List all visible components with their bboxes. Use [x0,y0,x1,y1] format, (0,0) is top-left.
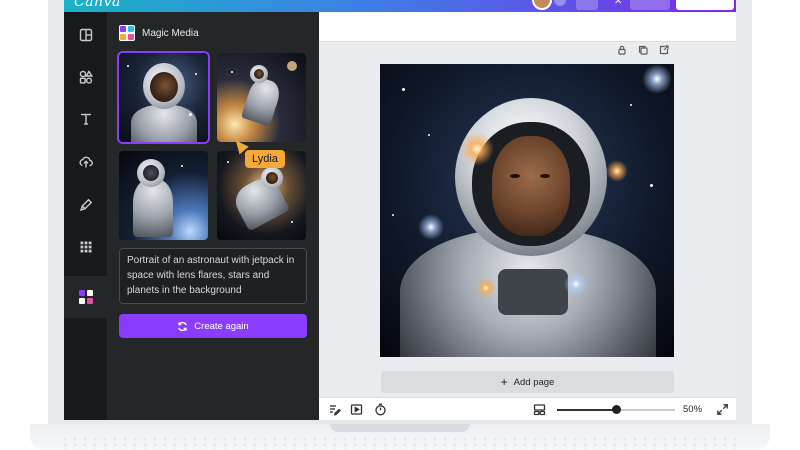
elements-icon [79,70,93,84]
rail-item-draw[interactable] [64,184,107,226]
magic-media-icon [78,290,93,304]
draw-icon [79,198,92,212]
screen: Canva ✕ Magic Media Lydia Portrait of an… [64,0,736,420]
astronaut-portrait-image [380,64,674,357]
uploads-icon [78,156,93,168]
timer-icon[interactable] [374,403,387,416]
present-icon[interactable] [350,403,363,416]
create-again-button[interactable]: Create again [119,314,307,338]
fullscreen-icon[interactable] [716,403,729,416]
add-page-icon[interactable] [659,45,669,55]
refresh-icon [178,321,188,331]
rail-item-text[interactable] [64,98,107,140]
add-collaborator-button[interactable] [554,0,566,6]
magic-media-logo-icon [119,25,135,41]
canva-logo[interactable]: Canva [74,0,121,10]
icon-rail [64,12,107,420]
collaborator-name-tag: Lydia [245,150,285,168]
generated-image-2[interactable] [217,53,306,142]
design-page[interactable] [380,64,674,357]
zoom-slider-handle[interactable] [611,405,621,414]
rail-item-uploads[interactable] [64,141,107,183]
design-icon [79,28,92,42]
add-page-label: Add page [513,376,555,388]
zoom-level[interactable]: 50% [683,404,702,415]
editor-footer: 50% [319,397,736,420]
share-button[interactable] [676,0,734,10]
apps-icon [80,241,91,253]
close-icon[interactable]: ✕ [614,0,622,7]
lock-icon[interactable] [617,45,627,55]
editor-toolbar [319,12,736,42]
analytics-button[interactable] [576,0,598,10]
canvas-area: + Add page 50% [319,12,736,420]
rail-item-elements[interactable] [64,56,107,98]
user-avatar[interactable] [532,0,552,10]
create-again-label: Create again [194,320,249,332]
stage: Canva ✕ Magic Media Lydia Portrait of an… [0,0,800,450]
generated-image-1[interactable] [117,51,210,144]
generated-image-3[interactable] [119,151,208,240]
laptop-keyboard [60,436,740,450]
panel-title: Magic Media [142,27,199,39]
rail-item-apps[interactable] [64,226,107,268]
prompt-input[interactable]: Portrait of an astronaut with jetpack in… [119,248,307,304]
present-button[interactable] [630,0,670,10]
laptop-notch [330,424,470,432]
rail-item-magic-media[interactable] [64,276,107,318]
plus-icon: + [500,375,508,389]
grid-view-icon[interactable] [533,403,546,416]
page-tools [617,45,669,55]
notes-icon[interactable] [328,403,341,416]
zoom-slider-fill [557,409,616,411]
rail-item-design[interactable] [64,14,107,56]
text-icon [80,113,91,125]
add-page-button[interactable]: + Add page [381,371,674,393]
duplicate-page-icon[interactable] [638,45,648,55]
panel-header: Magic Media [119,25,199,41]
magic-media-panel: Magic Media Lydia Portrait of an astrona… [107,12,319,420]
top-bar: Canva ✕ [64,0,736,12]
